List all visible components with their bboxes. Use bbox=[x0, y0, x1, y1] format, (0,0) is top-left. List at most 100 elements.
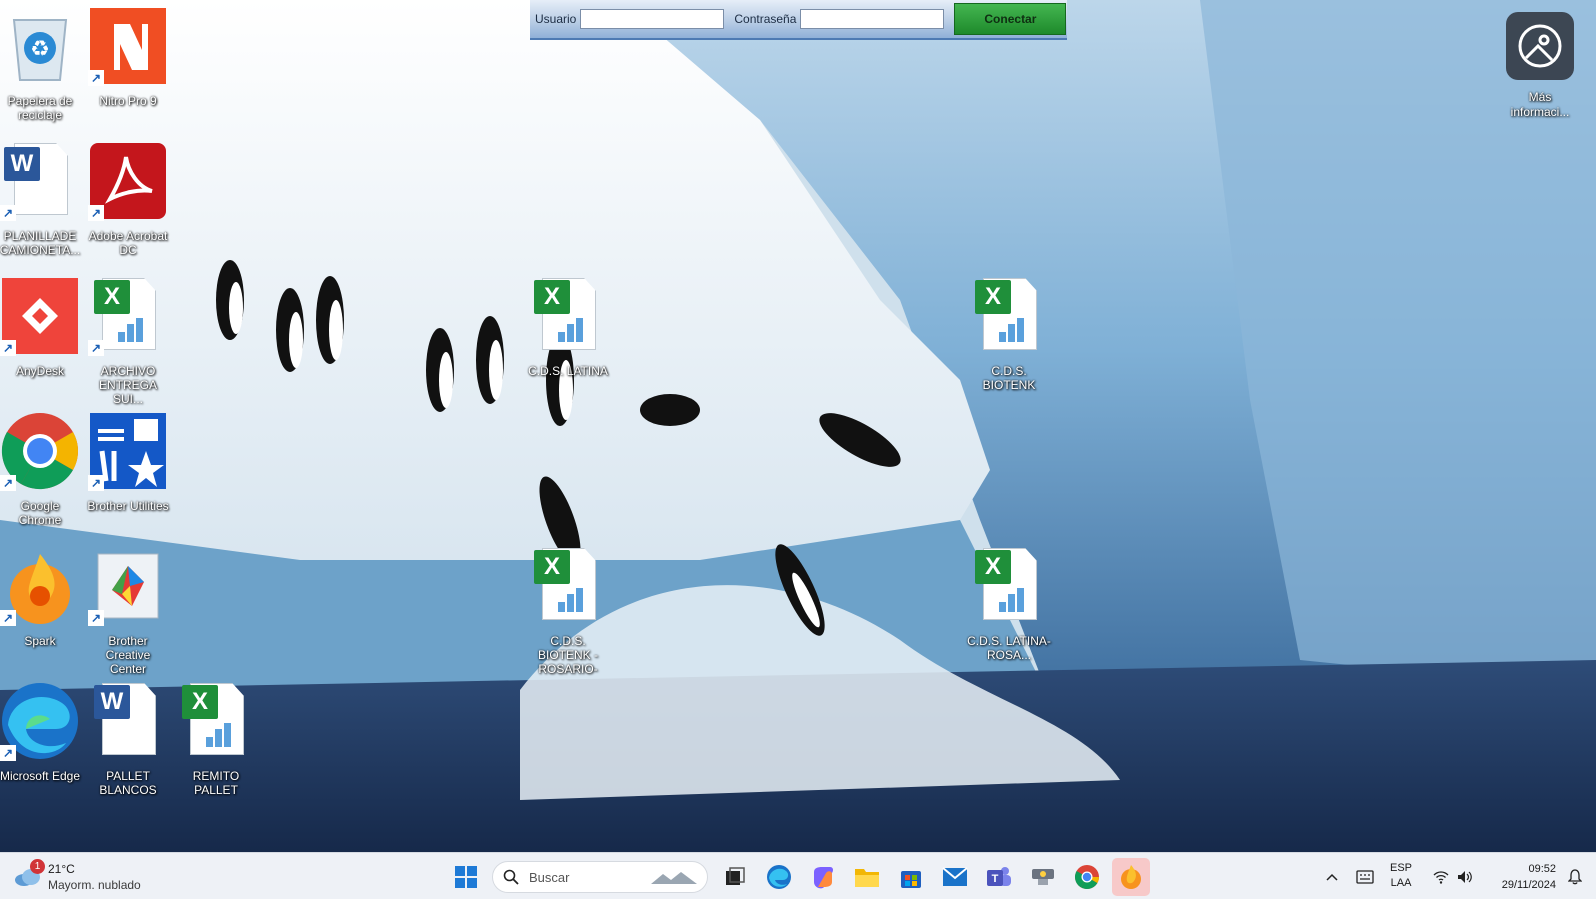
desktop-icon-label: Adobe Acrobat DC bbox=[88, 229, 168, 257]
desktop-icon-planilla[interactable]: W ↗ PLANILLADE CAMIONETA... bbox=[0, 141, 82, 257]
desktop-icon-pallet-blancos[interactable]: W PALLET BLANCOS bbox=[86, 681, 170, 797]
password-label: Contraseña bbox=[734, 12, 797, 26]
word-document-icon: W ↗ bbox=[0, 141, 80, 221]
chrome-icon: ↗ bbox=[0, 411, 80, 491]
excel-document-icon: X bbox=[528, 546, 608, 626]
desktop-icon-cds-biotenk[interactable]: X C.D.S. BIOTENK bbox=[967, 276, 1051, 392]
desktop-icon-label: Microsoft Edge bbox=[0, 769, 81, 783]
more-info-widget[interactable]: Más informaci... bbox=[1498, 12, 1582, 120]
desktop-icon-cds-latina[interactable]: X C.D.S. LATINA bbox=[526, 276, 610, 378]
desktop-icon-acrobat[interactable]: ↗ Adobe Acrobat DC bbox=[86, 141, 170, 257]
weather-widget[interactable]: 1 21°C Mayorm. nublado bbox=[14, 859, 154, 895]
desktop-icon-remito-pallet[interactable]: X REMITO PALLET bbox=[174, 681, 258, 797]
spark-icon: ↗ bbox=[0, 546, 80, 626]
notifications-button[interactable] bbox=[1560, 858, 1590, 896]
desktop-icon-label: C.D.S. BIOTENK -ROSARIO- bbox=[537, 634, 598, 676]
notification-badge: 1 bbox=[30, 859, 45, 874]
task-view-icon bbox=[726, 867, 745, 885]
desktop-icon-label: PLANILLADE CAMIONETA... bbox=[0, 229, 81, 257]
desktop-icon-spark[interactable]: ↗ Spark bbox=[0, 546, 82, 648]
taskbar-file-explorer[interactable] bbox=[848, 858, 886, 896]
desktop-icon-cds-biotenk-rosario[interactable]: X C.D.S. BIOTENK -ROSARIO- bbox=[526, 546, 610, 676]
weather-temperature: 21°C bbox=[48, 862, 75, 876]
taskbar-search[interactable]: Buscar bbox=[492, 861, 708, 893]
task-view-button[interactable] bbox=[716, 858, 754, 896]
chrome-icon bbox=[1074, 865, 1099, 890]
user-label: Usuario bbox=[535, 12, 577, 26]
taskbar-store[interactable] bbox=[892, 858, 930, 896]
login-bar: Usuario Contraseña Conectar bbox=[530, 0, 1067, 40]
excel-document-icon: X bbox=[528, 276, 608, 356]
language-code: ESP bbox=[1390, 862, 1413, 874]
taskbar-chrome[interactable] bbox=[1068, 858, 1106, 896]
shortcut-arrow-icon: ↗ bbox=[0, 205, 16, 221]
password-input[interactable] bbox=[800, 9, 945, 29]
adobe-acrobat-icon: ↗ bbox=[88, 141, 168, 221]
desktop-icon-chrome[interactable]: ↗ Google Chrome bbox=[0, 411, 82, 527]
more-info-label: Más informaci... bbox=[1510, 90, 1570, 119]
tray-overflow-button[interactable] bbox=[1318, 858, 1346, 896]
taskbar-teams[interactable]: T bbox=[980, 858, 1018, 896]
chevron-up-icon bbox=[1326, 873, 1338, 881]
desktop-icon-label: C.D.S. LATINA-ROSA... bbox=[967, 634, 1051, 662]
desktop-icon-label: Papelera de reciclaje bbox=[7, 94, 73, 122]
desktop-icon-label: Google Chrome bbox=[18, 499, 62, 527]
store-icon bbox=[901, 871, 921, 888]
desktop-icon-label: Brother Utilities bbox=[87, 499, 169, 513]
taskbar: 1 21°C Mayorm. nublado Buscar T ESP LAA … bbox=[0, 852, 1596, 899]
desktop-icon-label: Spark bbox=[24, 634, 56, 648]
teams-icon: T bbox=[987, 867, 1011, 886]
desktop-icon-edge[interactable]: ↗ Microsoft Edge bbox=[0, 681, 82, 783]
excel-document-icon: X ↗ bbox=[88, 276, 168, 356]
volume-icon bbox=[1458, 871, 1472, 883]
copilot-icon bbox=[814, 867, 834, 889]
windows-logo-icon bbox=[455, 866, 477, 888]
desktop-icon-recycle-bin[interactable]: ♻ Papelera de reciclaje bbox=[0, 6, 82, 122]
connect-button[interactable]: Conectar bbox=[954, 3, 1067, 35]
network-volume-group[interactable] bbox=[1428, 858, 1478, 896]
desktop-icon-label: PALLET BLANCOS bbox=[99, 769, 157, 797]
shortcut-arrow-icon: ↗ bbox=[88, 340, 104, 356]
user-input[interactable] bbox=[580, 9, 725, 29]
start-button[interactable] bbox=[447, 858, 485, 896]
search-placeholder: Buscar bbox=[529, 869, 570, 885]
desktop-icon-nitro[interactable]: ↗ Nitro Pro 9 bbox=[86, 6, 170, 108]
shortcut-arrow-icon: ↗ bbox=[0, 475, 16, 491]
excel-document-icon: X bbox=[969, 546, 1049, 626]
search-icon bbox=[503, 869, 519, 885]
desktop-icon-label: AnyDesk bbox=[15, 364, 65, 378]
desktop-icon-brother-utilities[interactable]: ↗ Brother Utilities bbox=[86, 411, 170, 513]
shortcut-arrow-icon: ↗ bbox=[88, 475, 104, 491]
clock[interactable]: 09:52 29/11/2024 bbox=[1484, 861, 1556, 893]
taskbar-network-app[interactable] bbox=[1024, 858, 1062, 896]
file-explorer-icon bbox=[855, 869, 879, 887]
shortcut-arrow-icon: ↗ bbox=[0, 745, 16, 761]
taskbar-mail[interactable] bbox=[936, 858, 974, 896]
language-indicator[interactable]: ESP LAA bbox=[1390, 861, 1412, 891]
desktop-icon-archivo-entrega[interactable]: X ↗ ARCHIVO ENTREGA SUI... bbox=[86, 276, 170, 406]
spotlight-info-icon bbox=[1506, 12, 1574, 80]
taskbar-copilot[interactable] bbox=[804, 858, 842, 896]
nitro-pdf-icon: ↗ bbox=[88, 6, 168, 86]
desktop-icon-label: REMITO PALLET bbox=[192, 769, 240, 797]
touch-keyboard-button[interactable] bbox=[1350, 858, 1380, 896]
brother-creative-icon: ↗ bbox=[88, 546, 168, 626]
shortcut-arrow-icon: ↗ bbox=[0, 610, 16, 626]
desktop-icon-anydesk[interactable]: ↗ AnyDesk bbox=[0, 276, 82, 378]
desktop-icon-label: Nitro Pro 9 bbox=[99, 94, 157, 108]
desktop-icon-cds-latina-rosario[interactable]: X C.D.S. LATINA-ROSA... bbox=[967, 546, 1051, 662]
desktop-icon-label: Brother Creative Center bbox=[105, 634, 151, 676]
excel-document-icon: X bbox=[969, 276, 1049, 356]
wifi-icon bbox=[1433, 871, 1449, 884]
spark-icon bbox=[1121, 865, 1141, 889]
svg-text:♻: ♻ bbox=[30, 37, 50, 62]
desktop-icon-brother-creative[interactable]: ↗ Brother Creative Center bbox=[86, 546, 170, 676]
taskbar-spark[interactable] bbox=[1112, 858, 1150, 896]
shortcut-arrow-icon: ↗ bbox=[88, 205, 104, 221]
search-highlight-icon bbox=[651, 872, 697, 884]
weather-condition: Mayorm. nublado bbox=[48, 878, 141, 892]
recycle-bin-icon: ♻ bbox=[0, 6, 80, 86]
desktop-icon-label: ARCHIVO ENTREGA SUI... bbox=[98, 364, 157, 406]
network-app-icon bbox=[1032, 869, 1054, 885]
taskbar-edge[interactable] bbox=[760, 858, 798, 896]
